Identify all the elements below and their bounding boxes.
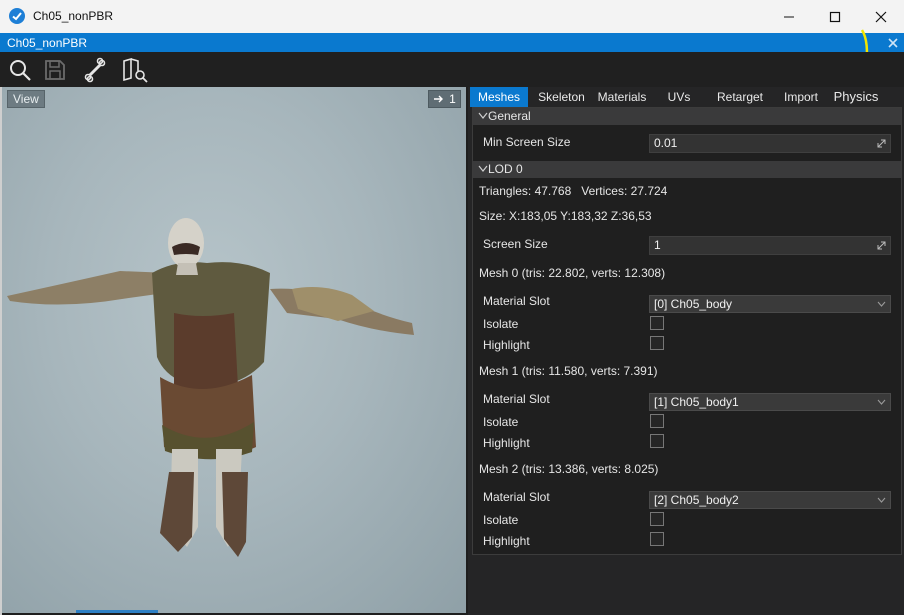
mesh-0-isolate-checkbox[interactable]: [650, 316, 664, 330]
mesh-0-title: Mesh 0 (tris: 22.802, verts: 12.308): [479, 266, 666, 280]
mesh-0-highlight-checkbox[interactable]: [650, 336, 664, 350]
bone-icon: [84, 57, 106, 83]
min-screen-size-value: 0.01: [654, 136, 678, 150]
mesh-2-material-dropdown[interactable]: [2] Ch05_body2: [649, 491, 891, 509]
mesh-2-highlight-checkbox[interactable]: [650, 532, 664, 546]
window-title-bar: Ch05_nonPBR: [0, 0, 904, 33]
lod0-section-header[interactable]: LOD 0: [473, 161, 901, 178]
general-section-header[interactable]: General: [473, 108, 901, 125]
properties-panel: Meshes Skeleton Materials UVs Retarget I…: [468, 87, 904, 615]
tab-meshes[interactable]: Meshes: [470, 87, 528, 107]
mesh-1-isolate-checkbox[interactable]: [650, 414, 664, 428]
general-section-label: General: [488, 109, 531, 123]
mesh-0-material-dropdown[interactable]: [0] Ch05_body: [649, 295, 891, 313]
search-icon: [10, 60, 31, 81]
mesh-1-material-value: [1] Ch05_body1: [654, 395, 739, 409]
document-tab-label: Ch05_nonPBR: [7, 36, 88, 50]
chevron-down-icon: [877, 399, 886, 405]
save-icon: [45, 60, 65, 80]
search-button[interactable]: [6, 57, 34, 83]
tab-skeleton[interactable]: Skeleton: [530, 87, 593, 107]
mesh-0-isolate-label: Isolate: [483, 317, 519, 331]
tab-physics[interactable]: Physics: [830, 87, 882, 107]
tab-import[interactable]: Import: [778, 87, 824, 107]
mesh-1-highlight-checkbox[interactable]: [650, 434, 664, 448]
toolbar: [0, 52, 904, 87]
character-model: [7, 218, 414, 557]
maximize-icon: [829, 11, 841, 22]
tab-retarget[interactable]: Retarget: [712, 87, 768, 107]
chevron-down-icon: [877, 497, 886, 503]
meshes-content: General Min Screen Size 0.01 LOD 0 Trian…: [472, 107, 902, 555]
screen-size-value: 1: [654, 238, 661, 252]
skeleton-button[interactable]: [81, 57, 109, 83]
document-tab[interactable]: Ch05_nonPBR: [0, 33, 904, 52]
lod0-section-label: LOD 0: [488, 162, 523, 176]
lod-size: Size: X:183,05 Y:183,32 Z:36,53: [479, 209, 652, 223]
lod-stats: Triangles: 47.768 Vertices: 27.724: [479, 184, 668, 198]
model-viewport[interactable]: View 1: [2, 87, 466, 613]
mesh-1-highlight-label: Highlight: [483, 436, 530, 450]
chevron-down-icon: [478, 165, 488, 172]
mesh-2-highlight-label: Highlight: [483, 534, 530, 548]
docs-button[interactable]: [121, 57, 149, 83]
min-screen-size-label: Min Screen Size: [483, 135, 571, 149]
save-button[interactable]: [41, 57, 69, 83]
mesh-2-isolate-label: Isolate: [483, 513, 519, 527]
screen-size-field[interactable]: 1: [649, 236, 891, 255]
mesh-0-material-value: [0] Ch05_body: [654, 297, 733, 311]
chevron-down-icon: [478, 112, 488, 119]
mesh-1-title: Mesh 1 (tris: 11.580, verts: 7.391): [479, 364, 658, 378]
editor-tabs: Meshes Skeleton Materials UVs Retarget I…: [470, 87, 902, 107]
min-screen-size-field[interactable]: 0.01: [649, 134, 891, 153]
close-tab-icon[interactable]: [886, 36, 900, 50]
chevron-down-icon: [877, 301, 886, 307]
mesh-2-material-slot-label: Material Slot: [483, 490, 550, 504]
window-title: Ch05_nonPBR: [33, 9, 114, 23]
tab-uvs[interactable]: UVs: [660, 87, 698, 107]
minimize-icon: [784, 16, 794, 17]
expand-icon[interactable]: [876, 240, 887, 251]
mesh-2-title: Mesh 2 (tris: 13.386, verts: 8.025): [479, 462, 659, 476]
book-search-icon: [123, 57, 148, 83]
viewport-scroll-indicator: [76, 610, 158, 613]
mesh-1-material-slot-label: Material Slot: [483, 392, 550, 406]
tab-materials[interactable]: Materials: [592, 87, 652, 107]
mesh-2-material-value: [2] Ch05_body2: [654, 493, 739, 507]
mesh-1-material-dropdown[interactable]: [1] Ch05_body1: [649, 393, 891, 411]
app-logo-icon: [9, 8, 25, 24]
mesh-2-isolate-checkbox[interactable]: [650, 512, 664, 526]
mesh-0-highlight-label: Highlight: [483, 338, 530, 352]
minimize-button[interactable]: [766, 0, 812, 33]
mesh-1-isolate-label: Isolate: [483, 415, 519, 429]
expand-icon[interactable]: [876, 138, 887, 149]
mesh-0-material-slot-label: Material Slot: [483, 294, 550, 308]
screen-size-label: Screen Size: [483, 237, 548, 251]
close-icon: [875, 11, 887, 22]
